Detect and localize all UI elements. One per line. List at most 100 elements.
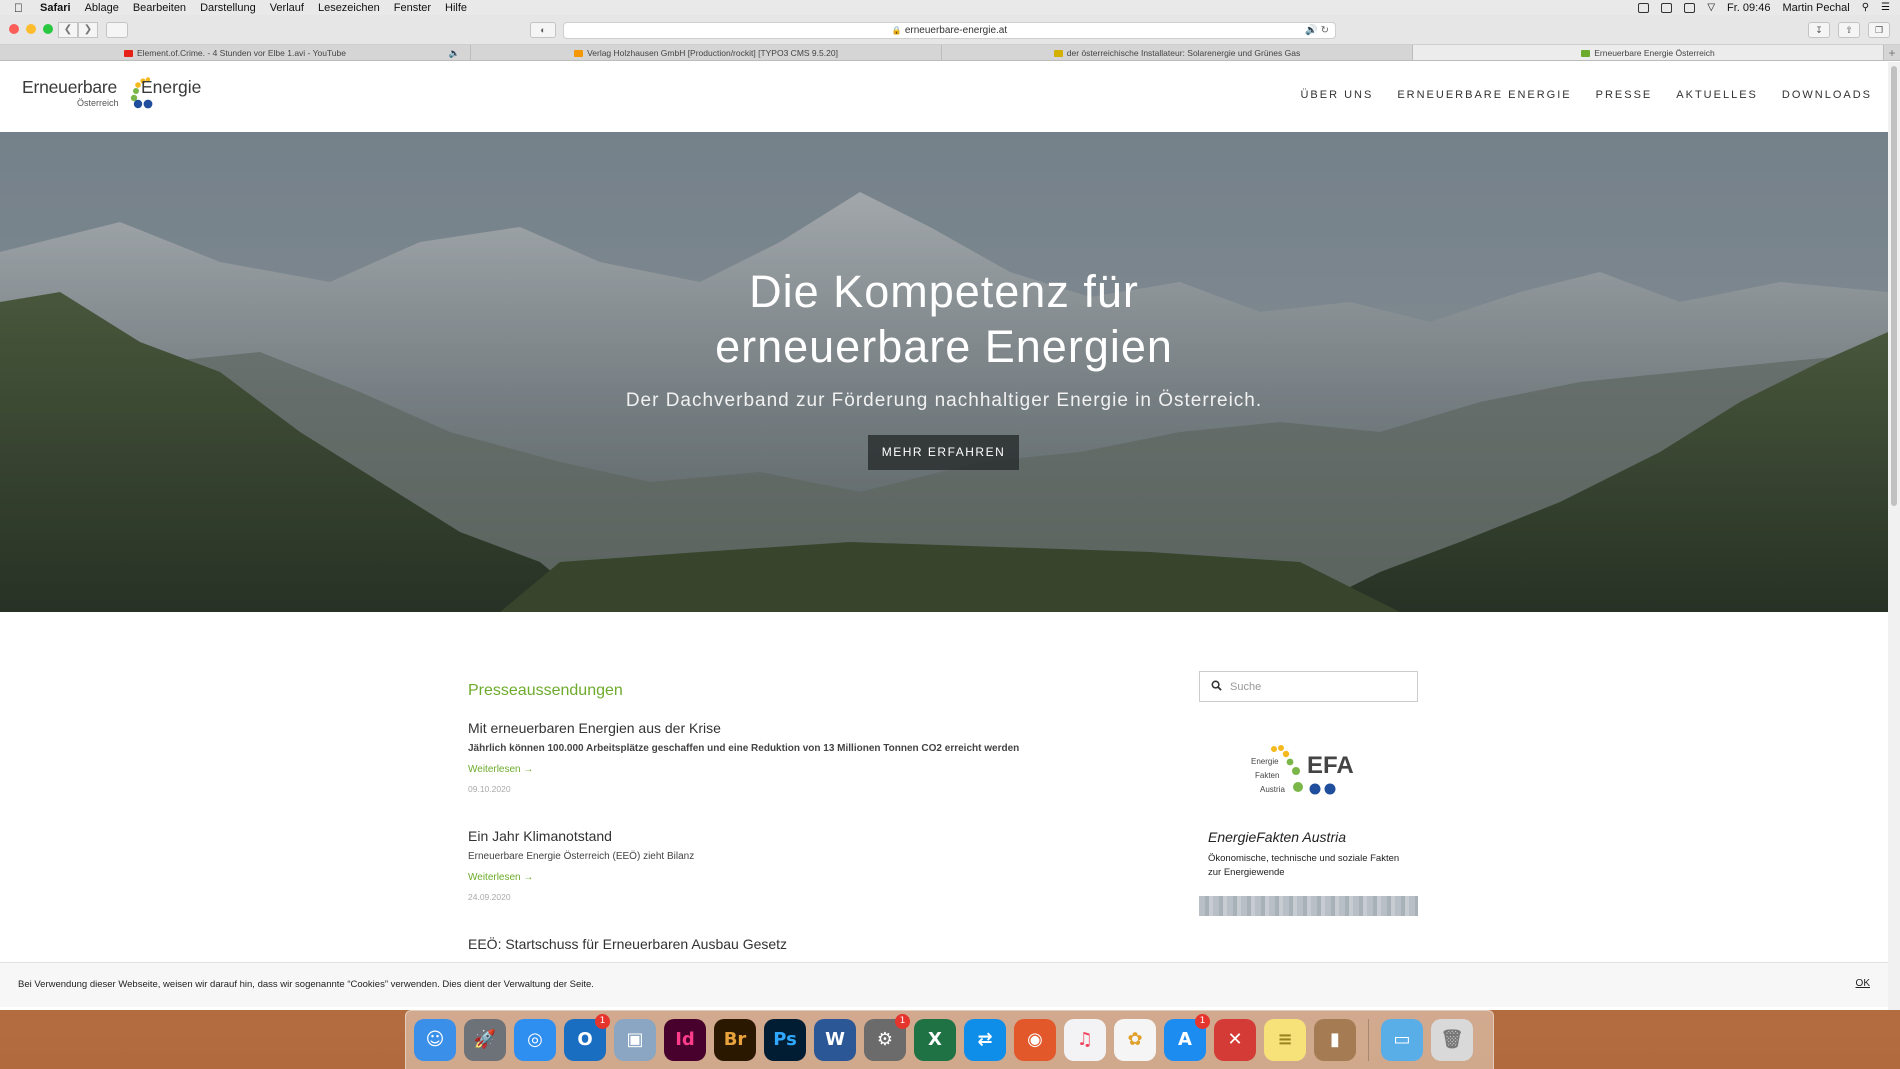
dock-glyph: Ps (773, 1029, 797, 1050)
hero-title: Die Kompetenz für erneuerbare Energien (0, 264, 1888, 374)
notification-badge: 1 (595, 1014, 610, 1029)
search-icon (1211, 680, 1222, 691)
menu-verlauf[interactable]: Verlauf (270, 2, 304, 14)
notes-icon[interactable]: ≡ (1264, 1019, 1306, 1061)
read-more-link[interactable]: Weiterlesen → (468, 872, 694, 883)
teamviewer-icon[interactable]: ⇄ (964, 1019, 1006, 1061)
nav-downloads[interactable]: DOWNLOADS (1782, 89, 1872, 101)
nav-ueber-uns[interactable]: ÜBER UNS (1300, 89, 1373, 101)
search-field[interactable] (1199, 671, 1418, 702)
indesign-icon[interactable]: Id (664, 1019, 706, 1061)
tab-overview-button[interactable]: ❐ (1868, 22, 1890, 38)
audio-playing-icon[interactable]: 🔊 ↻ (1305, 23, 1329, 38)
typo3-favicon-icon (574, 50, 584, 57)
wifi-icon[interactable]: ▽ (1707, 2, 1715, 13)
menu-hilfe[interactable]: Hilfe (445, 2, 467, 14)
finder-icon[interactable]: ☺ (414, 1019, 456, 1061)
word-icon[interactable]: W (814, 1019, 856, 1061)
trash-icon[interactable]: 🗑 (1431, 1019, 1473, 1061)
downloads-button[interactable]: ↧ (1808, 22, 1830, 38)
menu-lesezeichen[interactable]: Lesezeichen (318, 2, 380, 14)
menubar-clock[interactable]: Fr. 09:46 (1727, 2, 1770, 14)
status-creative-cloud-icon[interactable] (1684, 2, 1696, 13)
cookie-ok-button[interactable]: OK (1856, 978, 1870, 989)
site-logo[interactable]: Erneuerbare Energie Österreich (22, 77, 201, 109)
read-more-link[interactable]: Weiterlesen → (468, 764, 1019, 775)
share-button[interactable]: ⇧ (1838, 22, 1860, 38)
close-window-button[interactable] (9, 24, 19, 34)
launchpad-icon[interactable]: 🚀 (464, 1019, 506, 1061)
new-tab-button[interactable]: + (1884, 45, 1900, 60)
menu-fenster[interactable]: Fenster (394, 2, 431, 14)
forward-button[interactable]: ❯ (78, 22, 98, 38)
remote-desktop-icon[interactable]: ✕ (1214, 1019, 1256, 1061)
dock-glyph: W (825, 1029, 845, 1050)
hero-banner: Die Kompetenz für erneuerbare Energien D… (0, 132, 1888, 612)
efa-logo[interactable]: Energie Fakten Austria EFA (1245, 742, 1375, 812)
firefox-icon[interactable]: ◉ (1014, 1019, 1056, 1061)
apple-menu-icon[interactable]:  (14, 1, 28, 15)
hero-title-line-2: erneuerbare Energien (715, 321, 1173, 372)
preview-icon[interactable]: ▣ (614, 1019, 656, 1061)
main-content: Presseaussendungen Mit erneuerbaren Ener… (0, 612, 1888, 1010)
nav-aktuelles[interactable]: AKTUELLES (1676, 89, 1758, 101)
cookie-notice-text: Bei Verwendung dieser Webseite, weisen w… (18, 979, 594, 990)
nav-presse[interactable]: PRESSE (1596, 89, 1653, 101)
page-scrollbar[interactable] (1888, 62, 1900, 1010)
bridge-icon[interactable]: Br (714, 1019, 756, 1061)
efa-logo-fakten: Fakten (1255, 771, 1279, 780)
zoom-window-button[interactable] (43, 24, 53, 34)
photoshop-icon[interactable]: Ps (764, 1019, 806, 1061)
excel-icon[interactable]: X (914, 1019, 956, 1061)
sidebar-banner-image[interactable] (1199, 896, 1418, 916)
tab-typo3[interactable]: Verlag Holzhausen GmbH [Production/rocki… (471, 45, 942, 60)
scrollbar-thumb[interactable] (1891, 66, 1897, 506)
dock-glyph: 🗑 (1440, 1029, 1464, 1050)
article-date: 09.10.2020 (468, 784, 511, 794)
minimize-window-button[interactable] (26, 24, 36, 34)
logo-word-erneuerbare: Erneuerbare (22, 77, 118, 97)
press-article: Ein Jahr Klimanotstand Erneuerbare Energ… (468, 828, 694, 902)
safari-icon[interactable]: ◎ (514, 1019, 556, 1061)
article-title[interactable]: Mit erneuerbaren Energien aus der Krise (468, 720, 1019, 736)
downloads-folder-icon[interactable]: ▭ (1381, 1019, 1423, 1061)
dock-glyph: ◎ (527, 1029, 543, 1050)
dock-glyph: ▮ (1330, 1029, 1340, 1050)
app-store-icon[interactable]: A1 (1164, 1014, 1210, 1061)
url-text: erneuerbare-energie.at (904, 25, 1008, 36)
tab-erneuerbare-energie[interactable]: Erneuerbare Energie Österreich (1413, 45, 1884, 60)
article-title[interactable]: EEÖ: Startschuss für Erneuerbaren Ausbau… (468, 936, 787, 952)
lock-icon: 🔒 (891, 26, 902, 35)
menu-bearbeiten[interactable]: Bearbeiten (133, 2, 186, 14)
tab-label: Erneuerbare Energie Österreich (1594, 48, 1715, 58)
article-title[interactable]: Ein Jahr Klimanotstand (468, 828, 694, 844)
sidebar-toggle-button[interactable] (106, 22, 128, 38)
photos-icon[interactable]: ✿ (1114, 1019, 1156, 1061)
menu-ablage[interactable]: Ablage (85, 2, 119, 14)
back-button[interactable]: ❮ (58, 22, 78, 38)
tab-installateur[interactable]: der österreichische Installateur: Solare… (942, 45, 1413, 60)
nav-erneuerbare-energie[interactable]: ERNEUERBARE ENERGIE (1397, 89, 1571, 101)
status-app-icon[interactable] (1638, 2, 1650, 13)
address-bar[interactable]: 🔒 erneuerbare-energie.at 🔊 ↻ (563, 22, 1336, 39)
mehr-erfahren-button[interactable]: MEHR ERFAHREN (868, 435, 1019, 470)
menu-app-name[interactable]: Safari (40, 2, 71, 14)
installateur-favicon-icon (1053, 50, 1063, 57)
contacts-icon[interactable]: ▮ (1314, 1019, 1356, 1061)
tab-audio-icon[interactable]: 🔈 (449, 45, 460, 60)
spotlight-icon[interactable]: ⚲ (1862, 2, 1869, 13)
site-header: Erneuerbare Energie Österreich ÜBER UNS … (0, 62, 1888, 132)
tab-youtube[interactable]: Element.of.Crime. - 4 Stunden vor Elbe 1… (0, 45, 471, 60)
youtube-favicon-icon (124, 50, 133, 57)
tab-label: Verlag Holzhausen GmbH [Production/rocki… (587, 48, 838, 58)
system-preferences-icon[interactable]: ⚙ 1 (864, 1014, 910, 1061)
menubar-user[interactable]: Martin Pechal (1782, 2, 1849, 14)
notification-center-icon[interactable]: ☰ (1881, 2, 1890, 13)
privacy-report-button[interactable]: ◐ (530, 22, 556, 38)
menu-darstellung[interactable]: Darstellung (200, 2, 256, 14)
status-document-icon[interactable] (1661, 2, 1673, 13)
efa-title[interactable]: EnergieFakten Austria (1208, 829, 1346, 845)
search-input[interactable] (1230, 679, 1400, 695)
outlook-icon[interactable]: O1 (564, 1014, 610, 1061)
music-icon[interactable]: ♫ (1064, 1019, 1106, 1061)
